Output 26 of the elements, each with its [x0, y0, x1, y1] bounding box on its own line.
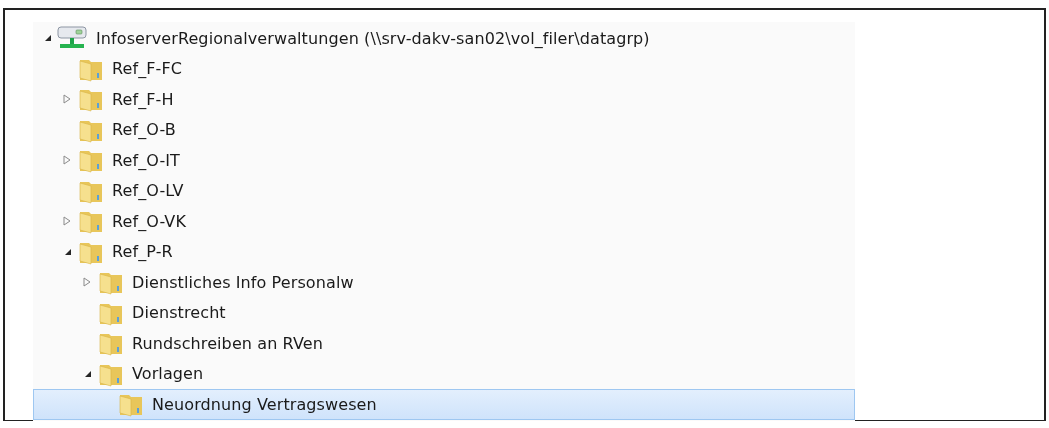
tree-item[interactable]: Rundschreiben an RVen: [33, 328, 855, 359]
tree-item-label: Ref_F-H: [112, 89, 174, 109]
tree-item[interactable]: Ref_F-H: [33, 84, 855, 115]
tree-item[interactable]: Ref_P-R: [33, 236, 855, 267]
tree-item-label: Ref_O-LV: [112, 181, 184, 201]
tree-item-label: Neuordnung Vertragswesen: [152, 394, 377, 414]
tree-item[interactable]: Ref_O-LV: [33, 175, 855, 206]
tree-item-label: Ref_P-R: [112, 242, 173, 262]
tree-item-label: Rundschreiben an RVen: [132, 333, 323, 353]
tree-item-label: InfoserverRegionalverwaltungen (\\srv-dakv-san02\vol_filer\datagrp): [96, 28, 650, 48]
tree-item-label: Ref_F-FC: [112, 59, 183, 79]
tree-item[interactable]: Vorlagen: [33, 358, 855, 389]
tree-item-label: Ref_O-IT: [112, 150, 180, 170]
tree-item[interactable]: Dienstrecht: [33, 297, 855, 328]
tree-item-label: Ref_O-VK: [112, 211, 186, 231]
tree-item-label: Ref_O-B: [112, 120, 176, 140]
tree-item[interactable]: Dienstliches Info Personalw: [33, 267, 855, 298]
tree-item[interactable]: Ref_F-FC: [33, 53, 855, 84]
tree-item[interactable]: Ref_O-B: [33, 114, 855, 145]
tree-item[interactable]: Ref_O-IT: [33, 145, 855, 176]
tree-item-label: Dienstrecht: [132, 303, 226, 323]
tree-item-label: Dienstliches Info Personalw: [132, 272, 354, 292]
selected-tree-item[interactable]: Neuordnung Vertragswesen: [33, 389, 855, 420]
tree-item[interactable]: InfoserverRegionalverwaltungen (\\srv-dakv-san02\vol_filer\datagrp): [33, 23, 855, 54]
tree-item-label: Vorlagen: [132, 364, 204, 384]
tree-item[interactable]: Ref_O-VK: [33, 206, 855, 237]
